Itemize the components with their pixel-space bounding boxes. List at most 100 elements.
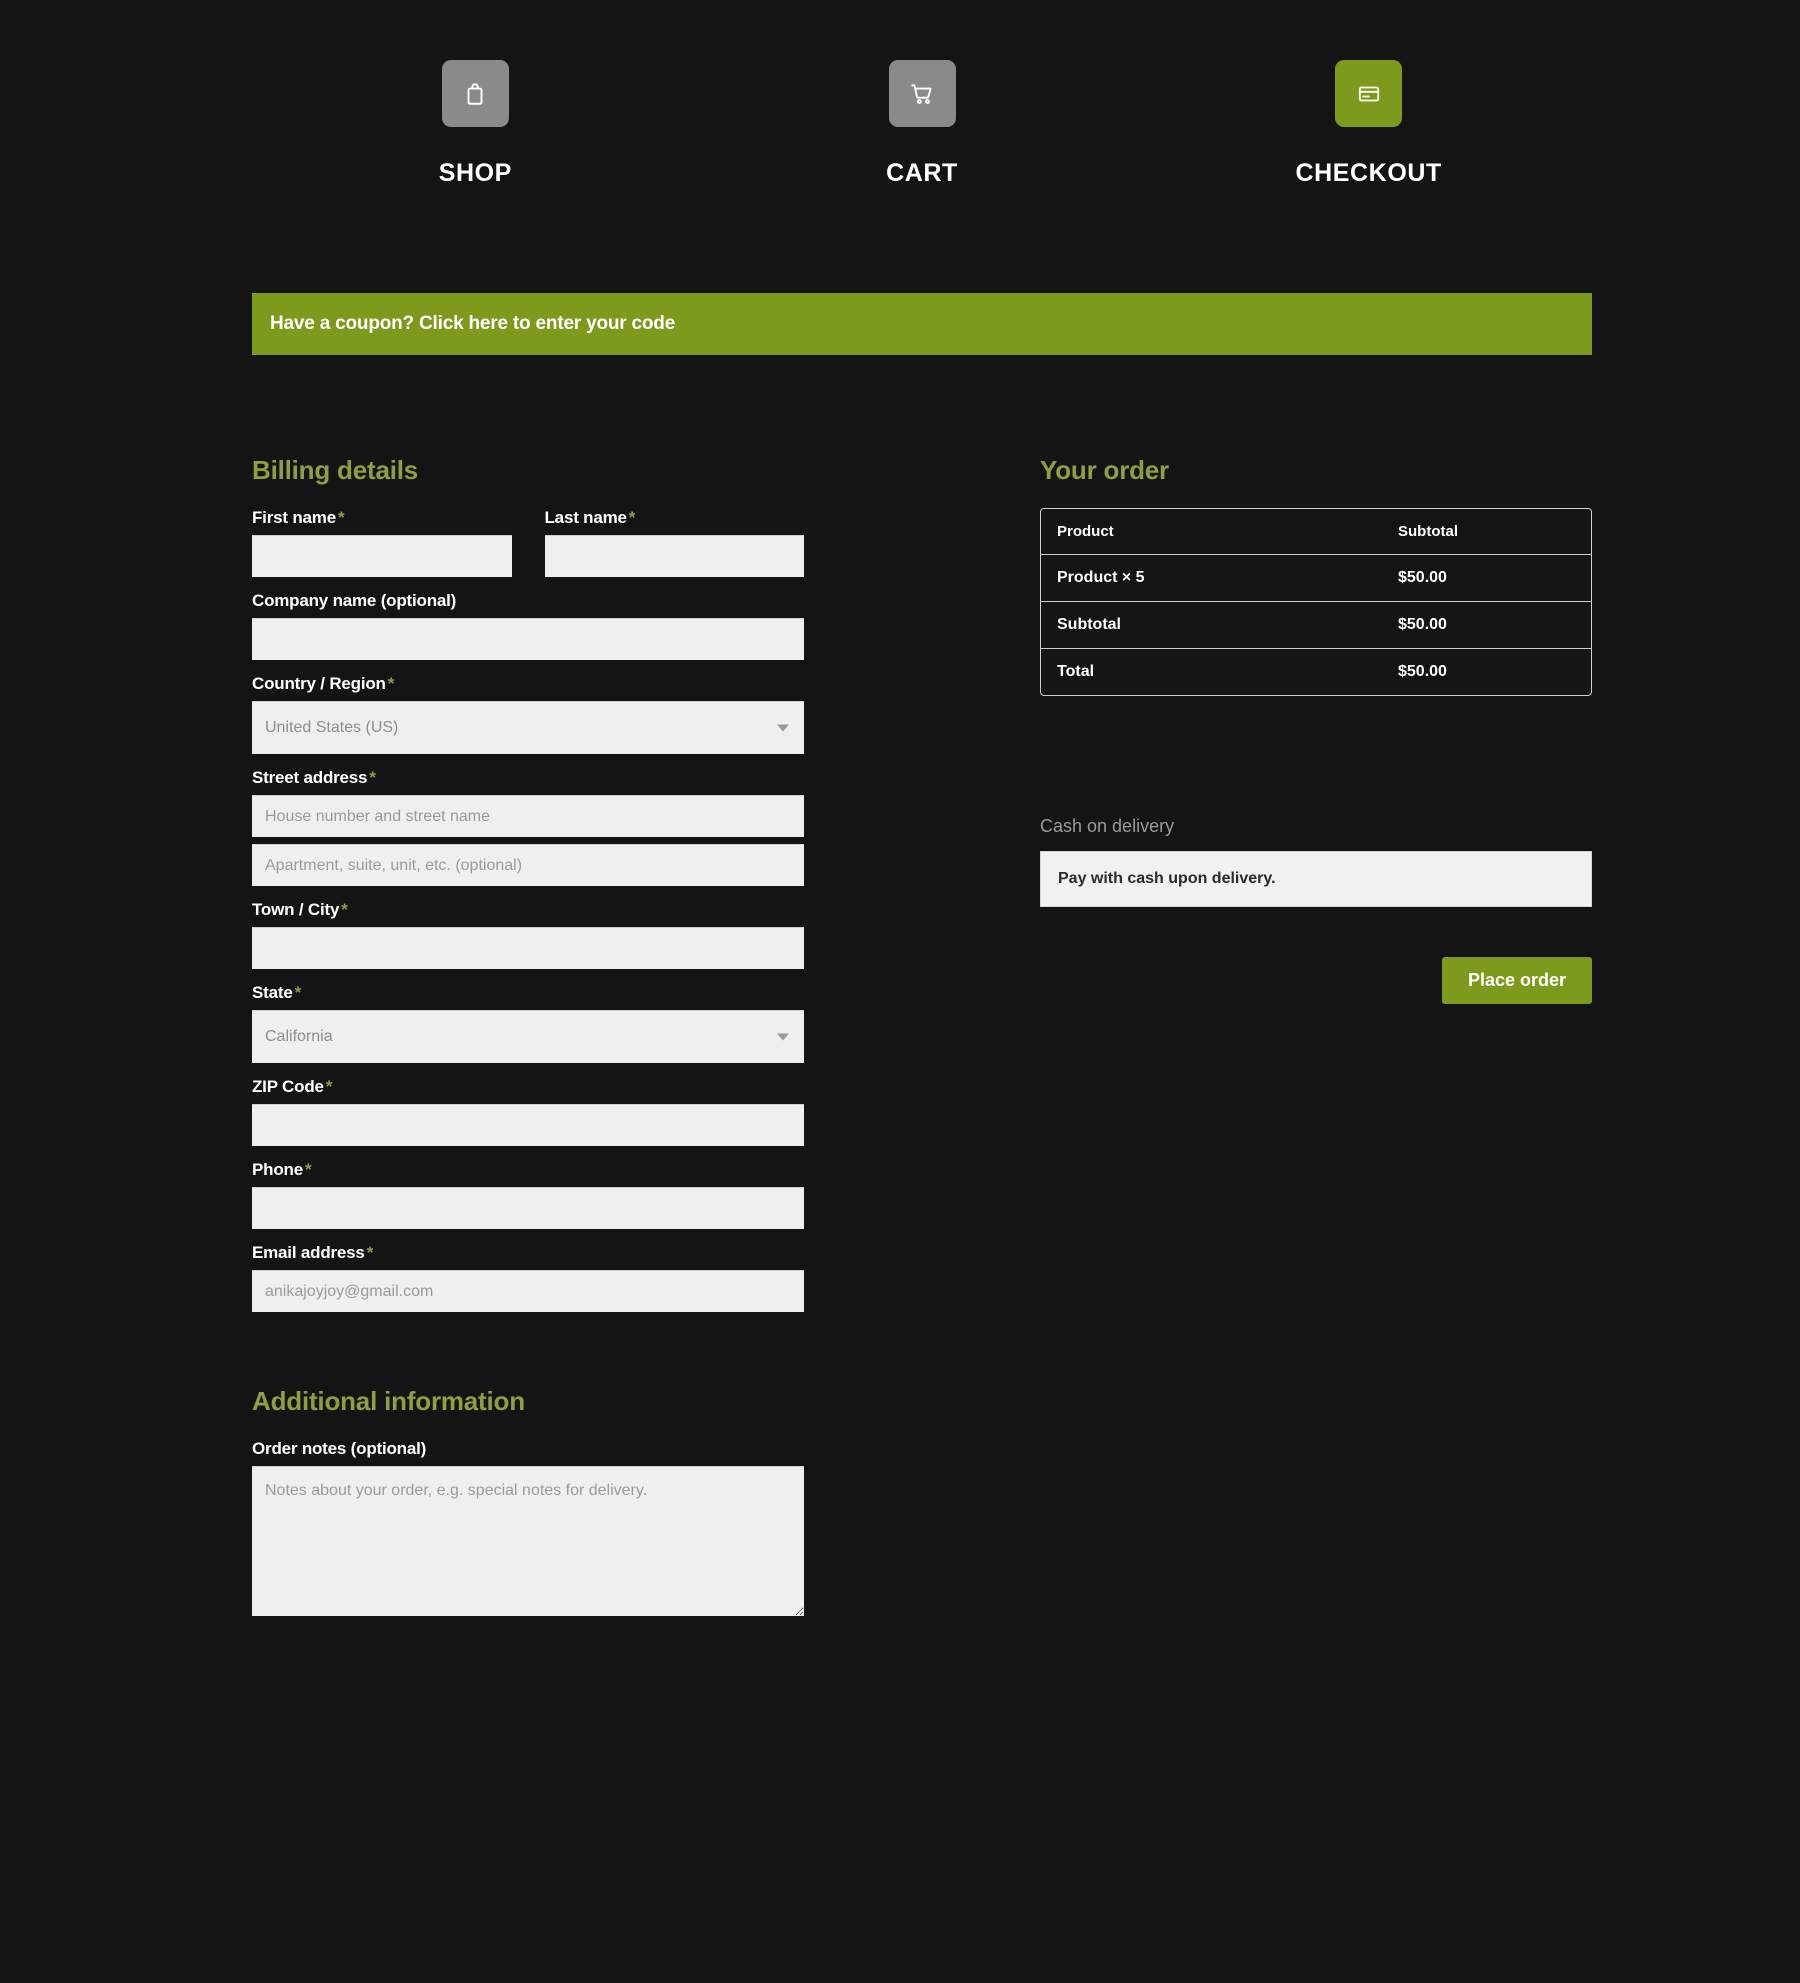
- order-total-label: Total: [1057, 663, 1095, 680]
- country-label: Country / Region *: [252, 674, 804, 694]
- required-marker: *: [337, 508, 345, 527]
- place-order-row: Place order: [1040, 957, 1592, 1004]
- additional-information-inner: Additional information Order notes (opti…: [252, 1386, 804, 1616]
- order-col-product: Product: [1041, 509, 1382, 555]
- checkout-page: SHOP CART CHECKOUT Have a coupon? Click …: [0, 0, 1800, 1983]
- required-marker: *: [366, 1243, 374, 1262]
- shopping-bag-icon: [462, 81, 488, 107]
- first-name-label: First name *: [252, 508, 512, 528]
- zip-label: ZIP Code *: [252, 1077, 804, 1097]
- step-checkout[interactable]: CHECKOUT: [1145, 60, 1592, 188]
- billing-details-title: Billing details: [252, 455, 419, 485]
- street-address-line2-input[interactable]: [252, 844, 804, 886]
- state-field: State * California: [252, 983, 804, 1063]
- credit-card-icon: [1356, 81, 1382, 107]
- required-marker: *: [387, 674, 395, 693]
- required-marker: *: [294, 983, 302, 1002]
- coupon-link[interactable]: Have a coupon? Click here to enter your …: [270, 313, 675, 335]
- first-name-input[interactable]: [252, 535, 512, 577]
- last-name-label: Last name *: [545, 508, 805, 528]
- payment-method-cash-on-delivery[interactable]: Cash on delivery: [1040, 816, 1592, 837]
- company-label: Company name (optional): [252, 591, 457, 610]
- table-row: Subtotal $50.00: [1041, 602, 1591, 649]
- country-field: Country / Region * United States (US): [252, 674, 804, 754]
- chevron-down-icon: [777, 1033, 789, 1041]
- email-label: Email address *: [252, 1243, 804, 1263]
- zip-label-text: ZIP Code: [252, 1077, 324, 1096]
- step-shop-label: SHOP: [438, 159, 512, 187]
- step-checkout-label: CHECKOUT: [1295, 159, 1442, 187]
- last-name-input[interactable]: [544, 535, 804, 577]
- required-marker: *: [628, 508, 636, 527]
- last-name-label-text: Last name: [544, 508, 627, 527]
- company-input[interactable]: [252, 618, 804, 660]
- coupon-notice[interactable]: Have a coupon? Click here to enter your …: [252, 293, 1592, 355]
- required-marker: *: [304, 1160, 312, 1179]
- order-total-amount: $50.00: [1398, 663, 1447, 680]
- street-address-label: Street address *: [252, 768, 804, 788]
- required-marker: *: [341, 900, 348, 919]
- phone-input[interactable]: [252, 1187, 804, 1229]
- order-notes-textarea[interactable]: [252, 1466, 804, 1616]
- coupon-notice-wrapper: Have a coupon? Click here to enter your …: [252, 293, 1592, 355]
- email-input[interactable]: [252, 1270, 804, 1312]
- zip-field: ZIP Code *: [252, 1077, 804, 1146]
- order-subtotal-label: Subtotal: [1041, 602, 1382, 649]
- phone-label: Phone *: [252, 1160, 804, 1180]
- additional-information-section: Additional information Order notes (opti…: [252, 1326, 1592, 1616]
- payment-methods-block: Cash on delivery Pay with cash upon deli…: [1040, 816, 1592, 1004]
- required-marker: *: [369, 768, 376, 787]
- city-label-text: Town / City: [252, 900, 340, 919]
- order-line-item-name: Product × 5: [1041, 555, 1382, 602]
- city-input[interactable]: [252, 927, 804, 969]
- street-address-field: Street address *: [252, 768, 804, 886]
- zip-input[interactable]: [252, 1104, 804, 1146]
- country-label-text: Country / Region: [252, 674, 386, 693]
- payment-method-description: Pay with cash upon delivery.: [1040, 851, 1592, 907]
- order-notes-field: Order notes (optional): [252, 1439, 804, 1616]
- checkout-step-badge[interactable]: [1335, 60, 1403, 127]
- checkout-progress-steps: SHOP CART CHECKOUT: [252, 0, 1592, 188]
- email-label-text: Email address: [252, 1243, 365, 1262]
- company-field: Company name (optional): [252, 591, 804, 660]
- place-order-button[interactable]: Place order: [1441, 957, 1592, 1004]
- email-field: Email address *: [252, 1243, 804, 1312]
- street-address-label-text: Street address: [252, 768, 368, 787]
- step-cart-label: CART: [886, 159, 958, 187]
- checkout-columns: Billing details First name * Last name * C…: [252, 455, 1592, 1326]
- order-col-subtotal: Subtotal: [1382, 509, 1591, 555]
- table-row: Total $50.00: [1041, 649, 1591, 695]
- cart-step-badge[interactable]: [888, 60, 956, 127]
- order-table-body: Product × 5 $50.00 Subtotal $50.00 Total…: [1041, 555, 1591, 695]
- order-notes-label: Order notes (optional): [252, 1439, 427, 1458]
- street-address-line1-input[interactable]: [252, 795, 804, 837]
- step-cart[interactable]: CART: [699, 60, 1146, 188]
- chevron-down-icon: [777, 724, 789, 732]
- first-name-field: First name *: [252, 508, 512, 577]
- phone-field: Phone *: [252, 1160, 804, 1229]
- state-label-text: State: [252, 983, 293, 1002]
- order-table-header-row: Product Subtotal: [1041, 509, 1591, 555]
- country-select[interactable]: United States (US): [252, 701, 804, 754]
- your-order-title: Your order: [1040, 455, 1169, 485]
- order-summary-table: Product Subtotal Product × 5 $50.00 Subt…: [1040, 508, 1592, 696]
- shop-step-badge[interactable]: [441, 60, 509, 127]
- country-selected-value: United States (US): [265, 719, 399, 736]
- order-subtotal-amount: $50.00: [1382, 602, 1591, 649]
- city-field: Town / City *: [252, 900, 804, 969]
- state-select[interactable]: California: [252, 1010, 804, 1063]
- table-row: Product × 5 $50.00: [1041, 555, 1591, 602]
- state-label: State *: [252, 983, 804, 1003]
- step-shop[interactable]: SHOP: [252, 60, 699, 188]
- phone-label-text: Phone: [252, 1160, 303, 1179]
- first-name-label-text: First name: [252, 508, 336, 527]
- required-marker: *: [325, 1077, 333, 1096]
- shopping-cart-icon: [909, 81, 935, 107]
- additional-information-title: Additional information: [252, 1386, 525, 1416]
- state-selected-value: California: [265, 1028, 333, 1045]
- city-label: Town / City *: [252, 900, 804, 920]
- last-name-field: Last name *: [544, 508, 805, 577]
- name-row: First name * Last name *: [252, 508, 804, 577]
- order-table-head: Product Subtotal: [1041, 509, 1591, 555]
- billing-details-section: Billing details First name * Last name * C…: [252, 455, 804, 1326]
